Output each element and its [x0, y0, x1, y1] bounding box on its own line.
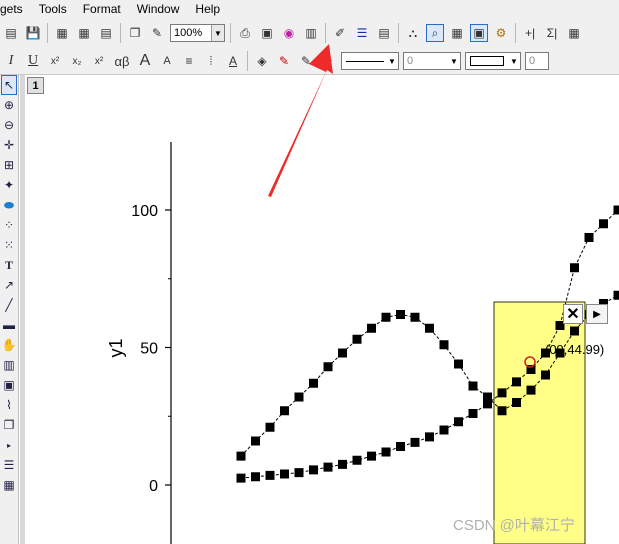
data-point[interactable]	[309, 378, 318, 388]
data-point[interactable]	[512, 377, 521, 387]
data-point[interactable]	[367, 323, 376, 333]
data-point[interactable]	[352, 334, 362, 344]
data-point[interactable]	[570, 263, 579, 273]
data-point[interactable]	[584, 233, 594, 242]
data-point[interactable]	[497, 406, 507, 416]
data-point[interactable]	[599, 219, 608, 229]
data-point[interactable]	[468, 381, 478, 391]
data-point[interactable]	[251, 472, 260, 482]
data-point[interactable]	[280, 406, 289, 416]
graph-canvas[interactable]: 0 50 100 y1	[0, 0, 619, 544]
data-point[interactable]	[309, 465, 318, 475]
data-point[interactable]	[367, 451, 376, 461]
data-reader-tooltip: (09,44.99)	[545, 342, 605, 357]
data-point[interactable]	[236, 473, 246, 483]
data-point[interactable]	[251, 436, 260, 446]
data-point[interactable]	[381, 447, 391, 457]
data-point[interactable]	[497, 388, 507, 398]
data-point[interactable]	[294, 392, 304, 402]
y-tick-label: 100	[131, 203, 158, 220]
data-point[interactable]	[613, 290, 619, 300]
data-point[interactable]	[352, 455, 362, 465]
data-point[interactable]	[410, 312, 420, 322]
data-point[interactable]	[468, 409, 478, 418]
data-point[interactable]	[323, 362, 333, 372]
data-point[interactable]	[541, 370, 550, 380]
y-tick-label: 50	[140, 341, 158, 358]
data-point[interactable]	[410, 437, 420, 447]
data-point[interactable]	[381, 312, 391, 322]
data-point[interactable]	[338, 459, 347, 469]
data-point[interactable]	[265, 470, 275, 480]
red-arrow	[268, 44, 333, 197]
data-point[interactable]	[570, 326, 579, 336]
y-ticks: 0 50 100	[131, 203, 171, 495]
y-axis-label: y1	[106, 338, 126, 357]
close-icon[interactable]: ✕	[563, 304, 583, 324]
data-point[interactable]	[526, 385, 536, 395]
data-point[interactable]	[439, 340, 449, 350]
data-selector-region[interactable]	[493, 301, 586, 544]
play-icon[interactable]: ▶	[586, 304, 608, 324]
data-point[interactable]	[396, 442, 405, 451]
data-point[interactable]	[439, 425, 449, 435]
data-point[interactable]	[613, 205, 619, 215]
data-point[interactable]	[265, 422, 275, 432]
data-point[interactable]	[483, 392, 492, 402]
data-point[interactable]	[425, 432, 434, 442]
data-point[interactable]	[294, 468, 304, 478]
data-point[interactable]	[454, 359, 463, 369]
data-point[interactable]	[396, 310, 405, 319]
data-point[interactable]	[323, 462, 333, 472]
data-point[interactable]	[512, 398, 521, 407]
y-tick-label: 0	[149, 478, 158, 495]
data-point[interactable]	[338, 348, 347, 358]
data-point[interactable]	[454, 417, 463, 427]
data-point[interactable]	[236, 451, 246, 461]
data-point[interactable]	[425, 323, 434, 333]
watermark: CSDN @叶幕江宁	[453, 517, 575, 534]
data-point[interactable]	[280, 469, 289, 479]
